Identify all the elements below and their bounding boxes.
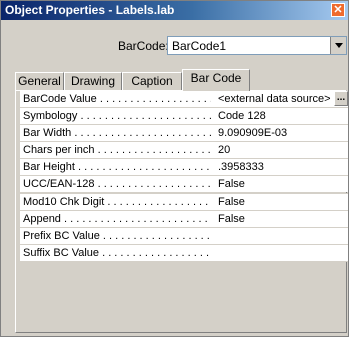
- property-value[interactable]: Code 128: [216, 108, 348, 125]
- property-name: Bar Height . . . . . . . . . . . . . . .…: [23, 161, 211, 174]
- property-value[interactable]: <external data source>...: [216, 91, 348, 107]
- property-value[interactable]: [216, 244, 348, 261]
- property-name: Chars per inch . . . . . . . . . . . . .…: [23, 144, 211, 157]
- property-name: Symbology . . . . . . . . . . . . . . . …: [23, 110, 211, 123]
- barcode-label: BarCode:: [118, 39, 169, 53]
- property-name: Bar Width . . . . . . . . . . . . . . . …: [23, 127, 211, 140]
- tab-caption-label: Caption: [131, 74, 173, 88]
- property-value[interactable]: 9.090909E-03: [216, 125, 348, 142]
- property-value-text: .3958333: [218, 161, 264, 174]
- close-icon: ✕: [333, 4, 343, 16]
- title-bar[interactable]: Object Properties - Labels.lab ✕: [1, 1, 348, 20]
- property-row[interactable]: Suffix BC Value . . . . . . . . . . . . …: [20, 244, 348, 262]
- property-value[interactable]: 20: [216, 142, 348, 159]
- property-value-text: 9.090909E-03: [218, 127, 288, 140]
- property-value-text: False: [218, 195, 245, 208]
- property-row[interactable]: Bar Height . . . . . . . . . . . . . . .…: [20, 159, 348, 177]
- barcode-select[interactable]: BarCode1: [167, 36, 347, 55]
- close-button[interactable]: ✕: [331, 3, 345, 17]
- tab-bar-code[interactable]: Bar Code: [182, 69, 250, 91]
- property-value-text: False: [218, 212, 245, 225]
- property-value-text: Code 128: [218, 110, 266, 123]
- property-value[interactable]: False: [216, 176, 348, 193]
- property-row[interactable]: UCC/EAN-128 . . . . . . . . . . . . . . …: [20, 176, 348, 194]
- property-grid: BarCode Value . . . . . . . . . . . . . …: [20, 91, 348, 262]
- tab-drawing[interactable]: Drawing: [64, 72, 122, 90]
- tab-caption[interactable]: Caption: [122, 72, 182, 90]
- property-row[interactable]: Chars per inch . . . . . . . . . . . . .…: [20, 142, 348, 160]
- property-name: UCC/EAN-128 . . . . . . . . . . . . . . …: [23, 178, 211, 191]
- property-name: Append . . . . . . . . . . . . . . . . .…: [23, 212, 211, 225]
- property-name: Prefix BC Value . . . . . . . . . . . . …: [23, 229, 211, 242]
- property-value[interactable]: [216, 227, 348, 244]
- tab-general-label: General: [18, 74, 61, 88]
- property-name: Mod10 Chk Digit . . . . . . . . . . . . …: [23, 195, 211, 208]
- barcode-select-value: BarCode1: [172, 39, 227, 53]
- window-title: Object Properties - Labels.lab: [5, 3, 175, 17]
- dropdown-arrow-icon[interactable]: [330, 37, 346, 54]
- property-row[interactable]: Prefix BC Value . . . . . . . . . . . . …: [20, 227, 348, 245]
- property-name: Suffix BC Value . . . . . . . . . . . . …: [23, 246, 211, 259]
- property-value-text: 20: [218, 144, 231, 157]
- tab-bar-code-label: Bar Code: [190, 71, 242, 85]
- object-properties-window: Object Properties - Labels.lab ✕ BarCode…: [0, 0, 349, 337]
- property-value[interactable]: False: [216, 210, 348, 227]
- ellipsis-button[interactable]: ...: [334, 91, 348, 106]
- property-row[interactable]: Mod10 Chk Digit . . . . . . . . . . . . …: [20, 193, 348, 211]
- property-row[interactable]: BarCode Value . . . . . . . . . . . . . …: [20, 91, 348, 109]
- property-row[interactable]: Symbology . . . . . . . . . . . . . . . …: [20, 108, 348, 126]
- property-value-text: False: [218, 178, 245, 191]
- tab-drawing-label: Drawing: [70, 74, 115, 88]
- property-value-text: <external data source>: [218, 93, 331, 105]
- property-name: BarCode Value . . . . . . . . . . . . . …: [23, 93, 211, 105]
- property-value[interactable]: False: [216, 193, 348, 210]
- property-value[interactable]: .3958333: [216, 159, 348, 176]
- property-row[interactable]: Append . . . . . . . . . . . . . . . . .…: [20, 210, 348, 228]
- tab-general[interactable]: General: [15, 72, 64, 90]
- property-row[interactable]: Bar Width . . . . . . . . . . . . . . . …: [20, 125, 348, 143]
